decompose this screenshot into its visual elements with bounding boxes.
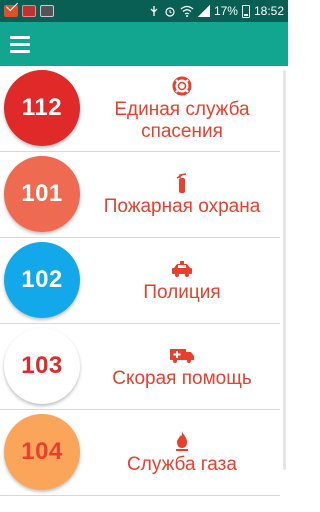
status-bar: 17% 18:52 <box>0 0 288 22</box>
image-icon <box>40 5 54 17</box>
ambulance-icon <box>169 344 195 366</box>
service-row-103[interactable]: 103 Скорая помощь <box>0 324 288 410</box>
number-badge: 103 <box>4 328 80 404</box>
service-row-104[interactable]: 104 Служба газа <box>0 410 288 496</box>
service-label: Скорая помощь <box>112 368 252 389</box>
number-badge: 101 <box>4 156 80 232</box>
service-number: 112 <box>21 94 63 121</box>
scrollbar[interactable] <box>283 70 286 470</box>
number-badge: 104 <box>4 414 80 490</box>
service-label: Полиция <box>143 282 221 303</box>
hamburger-menu-icon[interactable] <box>10 32 34 56</box>
police-car-icon <box>170 258 194 280</box>
clock: 18:52 <box>253 4 284 18</box>
battery-level-text: 17% <box>213 4 238 18</box>
number-badge: 102 <box>4 242 80 318</box>
gas-flame-icon <box>174 430 190 452</box>
service-row-102[interactable]: 102 Полиция <box>0 238 288 324</box>
service-label: Служба газа <box>127 454 237 475</box>
lifebuoy-icon <box>172 75 192 97</box>
service-number: 101 <box>21 180 63 207</box>
signal-icon <box>197 5 210 17</box>
app-bar <box>0 22 288 66</box>
service-number: 104 <box>21 438 63 465</box>
service-row-112[interactable]: 112 Единая служба спасения <box>0 66 288 152</box>
services-list: 112 Единая служба спасения 101 Пожарная … <box>0 66 288 496</box>
usb-icon <box>148 5 160 17</box>
battery-icon <box>241 4 250 18</box>
number-badge: 112 <box>4 70 80 146</box>
service-number: 103 <box>21 352 63 379</box>
wifi-icon <box>180 5 194 17</box>
mail-icon <box>4 5 18 17</box>
service-label: Единая служба спасения <box>114 99 250 142</box>
service-number: 102 <box>21 266 63 293</box>
service-row-101[interactable]: 101 Пожарная охрана <box>0 152 288 238</box>
fire-extinguisher-icon <box>172 172 192 194</box>
photo-icon <box>22 5 36 17</box>
alarm-icon <box>164 5 176 17</box>
service-label: Пожарная охрана <box>103 196 261 217</box>
